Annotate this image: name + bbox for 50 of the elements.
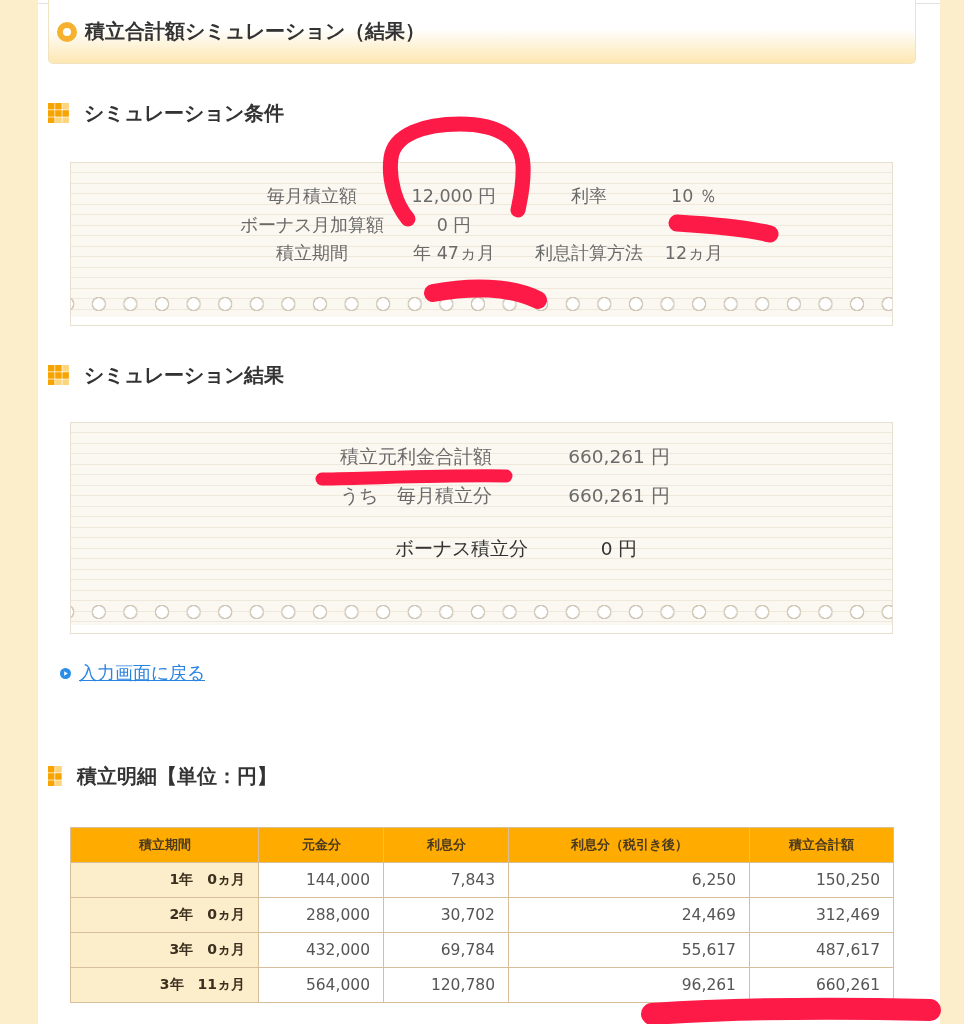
condition-value: 10 ％ bbox=[671, 185, 717, 209]
result-value: 660,261 円 bbox=[568, 445, 670, 469]
result-label: ボーナス積立分 bbox=[394, 537, 528, 561]
column-header: 積立合計額 bbox=[749, 827, 894, 863]
table-cell: 96,261 bbox=[508, 967, 750, 1003]
section-heading: シミュレーション結果 bbox=[83, 361, 284, 389]
period-cell: 2年 0ヵ月 bbox=[70, 897, 259, 933]
result-value: 0 円 bbox=[600, 537, 638, 561]
table-cell: 7,843 bbox=[383, 862, 509, 898]
column-header: 利息分（税引き後） bbox=[508, 827, 750, 863]
section-heading: 積立明細【単位：円】 bbox=[76, 762, 277, 790]
period-cell: 3年 11ヵ月 bbox=[70, 967, 259, 1003]
table-cell: 312,469 bbox=[749, 897, 894, 933]
table-cell: 150,250 bbox=[749, 862, 894, 898]
table-cell: 432,000 bbox=[258, 932, 384, 968]
table-cell: 144,000 bbox=[258, 862, 384, 898]
condition-label: ボーナス月加算額 bbox=[240, 213, 384, 237]
condition-label: 利率 bbox=[571, 185, 607, 209]
table-cell: 69,784 bbox=[383, 932, 509, 968]
section-heading: シミュレーション条件 bbox=[83, 99, 284, 127]
condition-label: 積立期間 bbox=[276, 242, 348, 266]
condition-value: 年 47ヵ月 bbox=[413, 242, 495, 266]
result-label: 積立元利金合計額 bbox=[340, 445, 492, 469]
table-cell: 6,250 bbox=[508, 862, 750, 898]
period-cell: 1年 0ヵ月 bbox=[70, 862, 259, 898]
column-header: 積立期間 bbox=[70, 827, 259, 863]
condition-label: 利息計算方法 bbox=[535, 242, 643, 266]
grid-icon bbox=[48, 364, 69, 386]
result-label: うち 毎月積立分 bbox=[340, 484, 492, 508]
column-header: 元金分 bbox=[258, 827, 384, 863]
grid-icon bbox=[48, 102, 69, 124]
condition-value: 12ヵ月 bbox=[664, 242, 724, 266]
table-cell: 564,000 bbox=[258, 967, 384, 1003]
back-link[interactable]: 入力画面に戻る bbox=[79, 661, 205, 685]
table-cell: 288,000 bbox=[258, 897, 384, 933]
table-cell: 487,617 bbox=[749, 932, 894, 968]
period-cell: 3年 0ヵ月 bbox=[70, 932, 259, 968]
table-cell: 55,617 bbox=[508, 932, 750, 968]
ring-icon bbox=[57, 21, 77, 42]
grid-icon bbox=[48, 765, 62, 787]
condition-value: 0 円 bbox=[436, 213, 472, 237]
result-value: 660,261 円 bbox=[568, 484, 670, 508]
table-cell: 120,780 bbox=[383, 967, 509, 1003]
page-title: 積立合計額シミュレーション（結果） bbox=[85, 18, 425, 45]
condition-label: 毎月積立額 bbox=[267, 185, 357, 209]
condition-value: 12,000 円 bbox=[411, 185, 497, 209]
play-circle-icon bbox=[60, 667, 71, 679]
column-header: 利息分 bbox=[383, 827, 509, 863]
table-cell: 24,469 bbox=[508, 897, 750, 933]
table-cell: 30,702 bbox=[383, 897, 509, 933]
